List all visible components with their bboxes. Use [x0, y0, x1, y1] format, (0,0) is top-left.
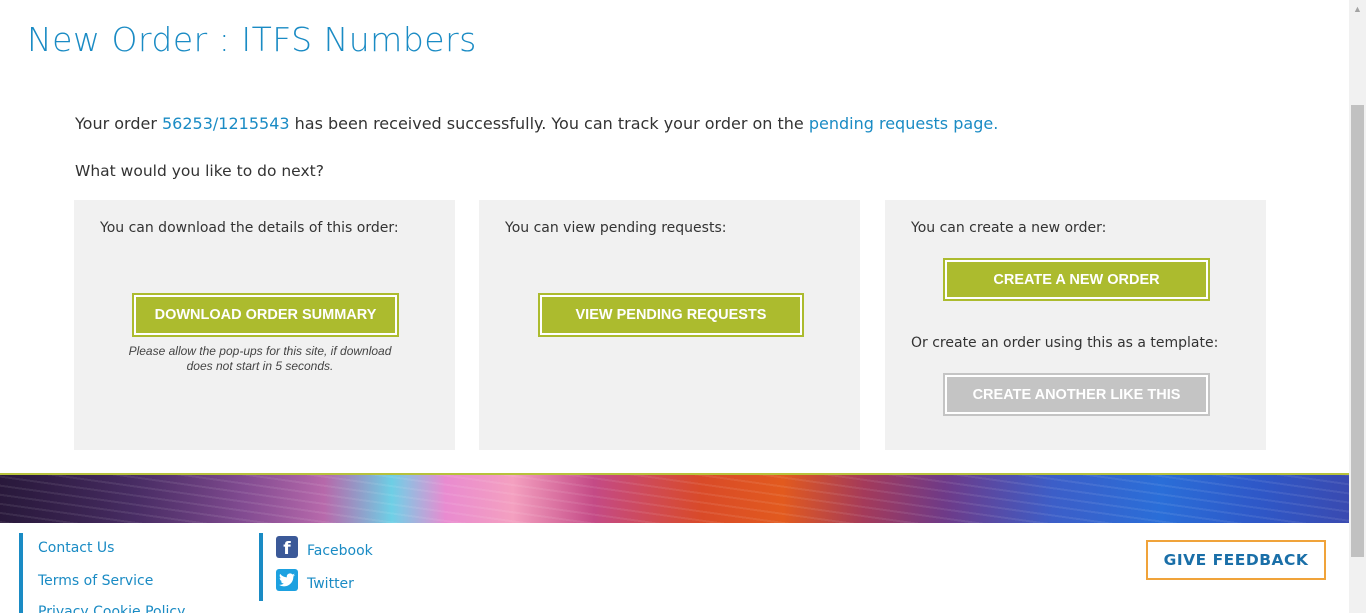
- twitter-icon[interactable]: [276, 569, 298, 591]
- create-another-like-this-button[interactable]: CREATE ANOTHER LIKE THIS: [943, 373, 1210, 416]
- create-new-order-button[interactable]: CREATE A NEW ORDER: [943, 258, 1210, 301]
- pending-requests-link[interactable]: pending requests page.: [809, 114, 998, 133]
- download-panel-label: You can download the details of this ord…: [100, 220, 399, 236]
- pending-panel-label: You can view pending requests:: [505, 220, 727, 236]
- next-steps-heading: What would you like to do next?: [75, 162, 324, 180]
- order-number-link[interactable]: 56253/1215543: [162, 114, 290, 133]
- confirmation-middle: has been received successfully. You can …: [289, 114, 809, 133]
- give-feedback-button[interactable]: GIVE FEEDBACK: [1146, 540, 1326, 580]
- facebook-link[interactable]: Facebook: [307, 543, 373, 559]
- page-title: New Order : ITFS Numbers: [27, 20, 477, 59]
- page-scrollbar[interactable]: ▲: [1349, 0, 1366, 613]
- view-pending-requests-button[interactable]: VIEW PENDING REQUESTS: [538, 293, 804, 337]
- confirmation-prefix: Your order: [75, 114, 162, 133]
- create-panel: You can create a new order: CREATE A NEW…: [885, 200, 1266, 450]
- scroll-thumb[interactable]: [1351, 105, 1364, 557]
- footer-banner: [0, 473, 1350, 523]
- twitter-bird-icon: [279, 573, 295, 587]
- pending-panel: You can view pending requests: VIEW PEND…: [479, 200, 860, 450]
- terms-of-service-link[interactable]: Terms of Service: [38, 573, 153, 589]
- scroll-up-arrow-icon[interactable]: ▲: [1349, 0, 1366, 17]
- twitter-link[interactable]: Twitter: [307, 576, 354, 592]
- facebook-icon[interactable]: f: [276, 536, 298, 559]
- popup-note: Please allow the pop-ups for this site, …: [128, 344, 392, 373]
- footer-links: Contact Us Terms of Service Privacy Cook…: [19, 533, 185, 613]
- template-label: Or create an order using this as a templ…: [911, 335, 1219, 351]
- order-confirmation: Your order 56253/1215543 has been receiv…: [75, 114, 998, 133]
- download-order-summary-button[interactable]: DOWNLOAD ORDER SUMMARY: [132, 293, 399, 337]
- privacy-cookie-policy-link[interactable]: Privacy Cookie Policy: [38, 604, 185, 613]
- contact-us-link[interactable]: Contact Us: [38, 540, 114, 556]
- download-panel: You can download the details of this ord…: [74, 200, 455, 450]
- create-panel-label: You can create a new order:: [911, 220, 1107, 236]
- footer-social: f Facebook Twitter: [259, 533, 373, 601]
